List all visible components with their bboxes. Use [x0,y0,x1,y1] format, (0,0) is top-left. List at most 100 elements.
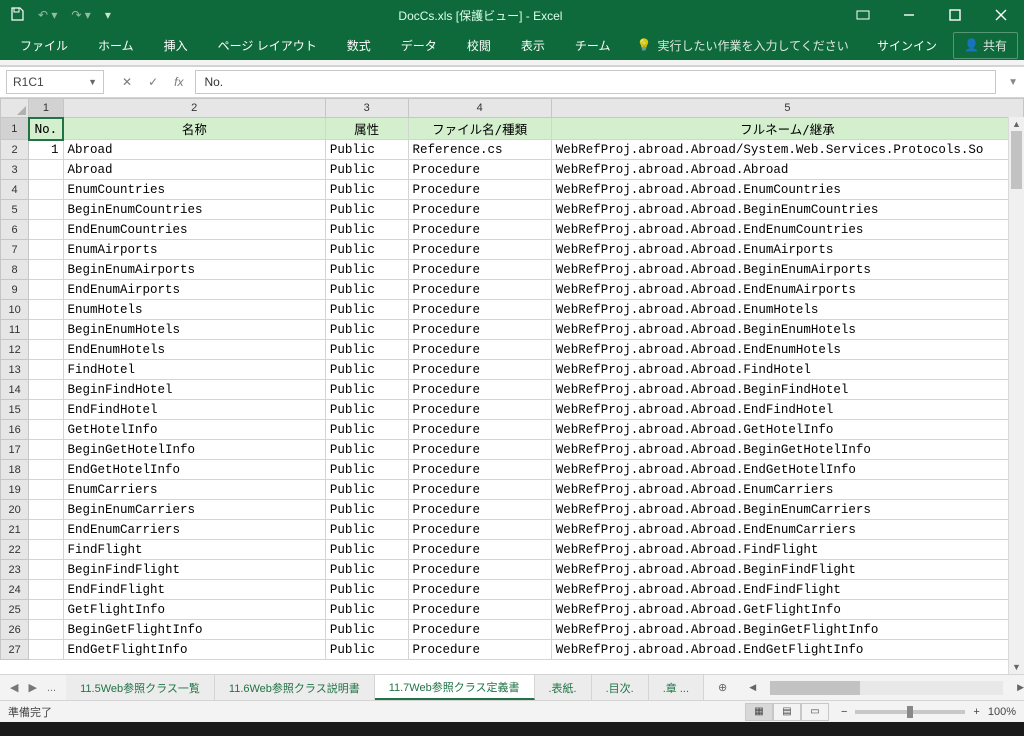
cell[interactable]: Public [325,320,408,340]
cell[interactable] [29,200,63,220]
cell[interactable]: Procedure [408,400,551,420]
cell[interactable] [29,480,63,500]
cell[interactable]: WebRefProj.abroad.Abroad.EndEnumCountrie… [551,220,1023,240]
zoom-level[interactable]: 100% [988,706,1016,718]
cell[interactable]: BeginEnumAirports [63,260,325,280]
cell[interactable]: WebRefProj.abroad.Abroad.BeginFindFlight [551,560,1023,580]
cell[interactable]: EndFindHotel [63,400,325,420]
cell[interactable]: Procedure [408,440,551,460]
cell[interactable]: Procedure [408,360,551,380]
cell[interactable]: Procedure [408,540,551,560]
tab-formulas[interactable]: 数式 [333,31,385,60]
cell[interactable]: BeginEnumCarriers [63,500,325,520]
row-header[interactable]: 21 [1,520,29,540]
hscrollbar-thumb[interactable] [770,681,860,695]
cell[interactable]: Public [325,200,408,220]
cell[interactable]: Public [325,420,408,440]
cell[interactable] [29,400,63,420]
row-header[interactable]: 20 [1,500,29,520]
cell[interactable]: WebRefProj.abroad.Abroad.BeginEnumHotels [551,320,1023,340]
redo-icon[interactable]: ↷ ▾ [71,8,90,22]
cell[interactable] [29,640,63,660]
row-header[interactable]: 25 [1,600,29,620]
cell[interactable]: WebRefProj.abroad.Abroad.EndGetFlightInf… [551,640,1023,660]
cell[interactable]: BeginEnumCountries [63,200,325,220]
cell[interactable]: Procedure [408,380,551,400]
tab-review[interactable]: 校閲 [453,31,505,60]
cell[interactable]: Procedure [408,420,551,440]
cell[interactable]: Public [325,620,408,640]
row-header[interactable]: 24 [1,580,29,600]
cell[interactable]: WebRefProj.abroad.Abroad.BeginFindHotel [551,380,1023,400]
cell[interactable]: Procedure [408,640,551,660]
formula-bar-expand-icon[interactable]: ▼ [1002,77,1024,88]
cell[interactable]: EnumAirports [63,240,325,260]
cell[interactable]: WebRefProj.abroad.Abroad/System.Web.Serv… [551,140,1023,160]
cell[interactable]: Procedure [408,320,551,340]
cell[interactable] [29,260,63,280]
row-header[interactable]: 8 [1,260,29,280]
qat-customize-icon[interactable]: ▾ [105,8,111,22]
cell[interactable]: Procedure [408,500,551,520]
cell[interactable]: WebRefProj.abroad.Abroad.EndEnumCarriers [551,520,1023,540]
row-header[interactable]: 12 [1,340,29,360]
cell[interactable] [29,560,63,580]
cell[interactable]: EnumCarriers [63,480,325,500]
vertical-scrollbar[interactable]: ▲ ▼ [1008,117,1024,674]
cell[interactable]: Public [325,460,408,480]
sheet-tab[interactable]: .目次. [592,675,649,700]
sheet-nav-prev-icon[interactable]: ◀ [10,681,18,694]
row-header[interactable]: 15 [1,400,29,420]
cell[interactable] [29,360,63,380]
cell[interactable]: EndEnumCountries [63,220,325,240]
cell[interactable]: ファイル名/種類 [408,118,551,140]
sheet-tab[interactable]: .表紙. [535,675,592,700]
cell[interactable] [29,460,63,480]
cell[interactable]: BeginGetFlightInfo [63,620,325,640]
cell[interactable]: Public [325,360,408,380]
cell[interactable]: Procedure [408,480,551,500]
sheet-tab-active[interactable]: 11.7Web参照クラス定義書 [375,675,535,700]
row-header[interactable]: 5 [1,200,29,220]
row-header[interactable]: 1 [1,118,29,140]
name-box[interactable]: R1C1 ▼ [6,70,104,94]
sheet-nav-more[interactable]: ... [47,682,56,694]
cell[interactable]: Procedure [408,300,551,320]
cell[interactable]: WebRefProj.abroad.Abroad.FindHotel [551,360,1023,380]
cell[interactable]: BeginEnumHotels [63,320,325,340]
enter-formula-icon[interactable]: ✓ [148,75,158,89]
tab-insert[interactable]: 挿入 [150,31,202,60]
row-header[interactable]: 27 [1,640,29,660]
cell[interactable]: Procedure [408,560,551,580]
cell[interactable]: EndGetHotelInfo [63,460,325,480]
minimize-icon[interactable] [886,0,932,30]
zoom-slider[interactable] [855,710,965,714]
cell[interactable]: Procedure [408,260,551,280]
cell[interactable]: Public [325,380,408,400]
save-icon[interactable] [10,7,24,24]
col-header-4[interactable]: 4 [408,99,551,118]
horizontal-scrollbar[interactable]: ◀ ▶ [749,675,1024,700]
cell[interactable]: Public [325,260,408,280]
row-header[interactable]: 9 [1,280,29,300]
cell[interactable]: Public [325,140,408,160]
cell[interactable] [29,420,63,440]
cell[interactable]: EndEnumHotels [63,340,325,360]
cell[interactable]: WebRefProj.abroad.Abroad.EndGetHotelInfo [551,460,1023,480]
close-icon[interactable] [978,0,1024,30]
cell[interactable]: Public [325,280,408,300]
scroll-down-icon[interactable]: ▼ [1009,660,1024,674]
cell[interactable]: フルネーム/継承 [551,118,1023,140]
cell[interactable]: WebRefProj.abroad.Abroad.EndEnumHotels [551,340,1023,360]
cell[interactable] [29,240,63,260]
cell[interactable]: WebRefProj.abroad.Abroad.EnumCountries [551,180,1023,200]
cell[interactable]: Public [325,560,408,580]
cell[interactable]: Public [325,160,408,180]
cell[interactable]: BeginFindHotel [63,380,325,400]
row-header[interactable]: 26 [1,620,29,640]
cell[interactable]: WebRefProj.abroad.Abroad.EndFindFlight [551,580,1023,600]
row-header[interactable]: 4 [1,180,29,200]
row-header[interactable]: 6 [1,220,29,240]
sign-in-button[interactable]: サインイン [863,31,951,60]
row-header[interactable]: 3 [1,160,29,180]
